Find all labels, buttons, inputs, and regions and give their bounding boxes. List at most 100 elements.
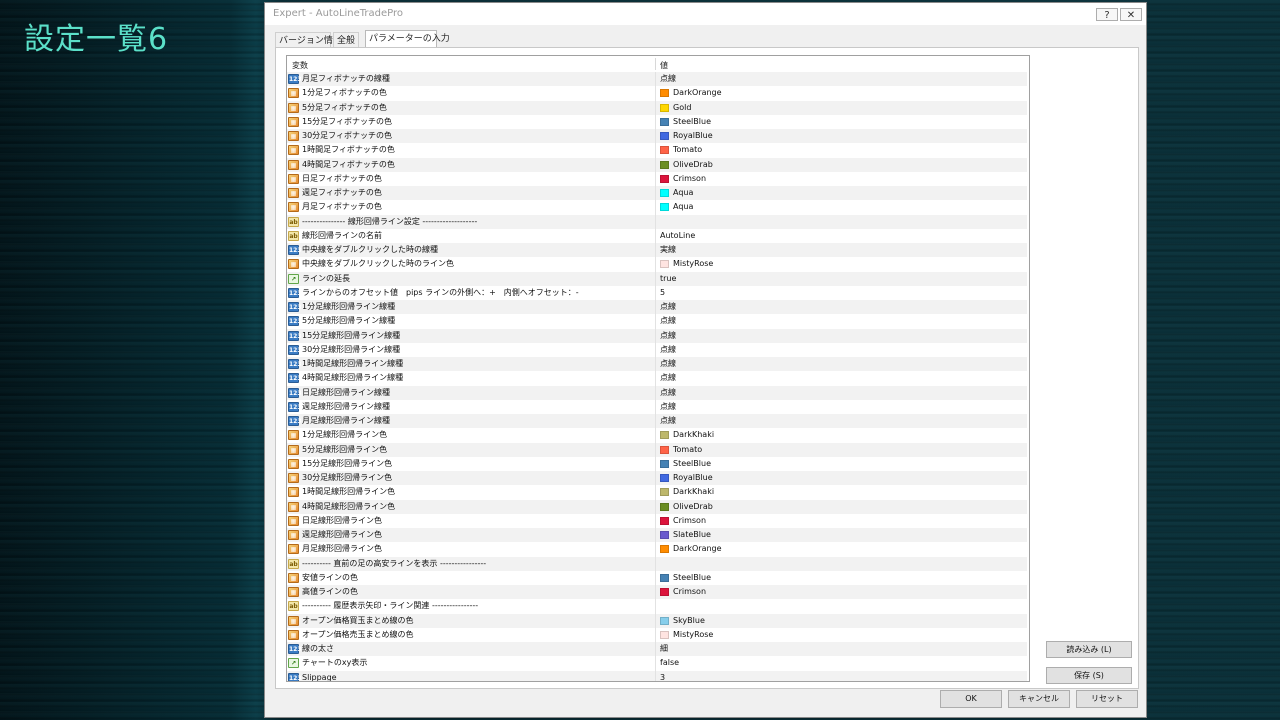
table-row[interactable]: ab 線形回帰ラインの名前 AutoLine (287, 228, 1027, 243)
color-swatch[interactable] (660, 117, 669, 126)
close-icon[interactable]: ✕ (1120, 8, 1142, 21)
table-row[interactable]: 123 月足フィボナッチの線種 点線 (287, 72, 1027, 87)
parameter-value[interactable]: true (660, 272, 676, 286)
table-row[interactable]: 123 1分足線形回帰ライン線種 点線 (287, 300, 1027, 315)
parameter-value[interactable]: DarkKhaki (673, 428, 714, 442)
parameter-value[interactable]: SkyBlue (673, 614, 705, 628)
parameter-value[interactable]: SlateBlue (673, 528, 711, 542)
table-row[interactable]: 123 5分足線形回帰ライン線種 点線 (287, 314, 1027, 329)
parameter-value[interactable]: false (660, 656, 679, 670)
color-swatch[interactable] (660, 103, 669, 112)
table-row[interactable]: ↗ ラインの延長 true (287, 271, 1027, 286)
table-row[interactable]: 123 15分足線形回帰ライン線種 点線 (287, 328, 1027, 343)
parameter-value[interactable]: RoyalBlue (673, 471, 713, 485)
color-swatch[interactable] (660, 189, 669, 197)
color-swatch[interactable] (660, 616, 669, 625)
table-row[interactable]: ▦ 15分足フィボナッチの色 SteelBlue (287, 114, 1027, 129)
parameter-value[interactable]: 点線 (660, 371, 676, 385)
color-swatch[interactable] (660, 160, 669, 169)
parameter-value[interactable]: SteelBlue (673, 115, 711, 129)
color-swatch[interactable] (660, 431, 669, 440)
color-swatch[interactable] (660, 89, 669, 98)
parameter-value[interactable]: Tomato (673, 143, 702, 157)
parameter-value[interactable]: 点線 (660, 314, 676, 328)
parameter-value[interactable]: OliveDrab (673, 500, 713, 514)
table-row[interactable]: ab ---------- 直前の足の高安ラインを表示 -------------… (287, 556, 1027, 571)
table-row[interactable]: ▦ 1分足線形回帰ライン色 DarkKhaki (287, 428, 1027, 443)
color-swatch[interactable] (660, 488, 669, 497)
color-swatch[interactable] (660, 502, 669, 511)
parameter-value[interactable]: 実線 (660, 243, 676, 257)
parameter-value[interactable]: Aqua (673, 186, 693, 200)
parameter-value[interactable]: 3 (660, 671, 665, 682)
color-swatch[interactable] (660, 545, 669, 554)
color-swatch[interactable] (660, 630, 669, 639)
table-row[interactable]: ▦ 日足フィボナッチの色 Crimson (287, 171, 1027, 186)
table-row[interactable]: ▦ 週足線形回帰ライン色 SlateBlue (287, 528, 1027, 543)
table-row[interactable]: ▦ 1時間足線形回帰ライン色 DarkKhaki (287, 485, 1027, 500)
table-row[interactable]: ▦ 月足フィボナッチの色 Aqua (287, 200, 1027, 215)
color-swatch[interactable] (660, 174, 669, 183)
table-row[interactable]: ▦ オープン価格買玉まとめ線の色 SkyBlue (287, 613, 1027, 628)
color-swatch[interactable] (660, 203, 669, 212)
color-swatch[interactable] (660, 516, 669, 525)
color-swatch[interactable] (660, 531, 669, 539)
color-swatch[interactable] (660, 260, 669, 269)
parameter-value[interactable]: Crimson (673, 514, 706, 528)
column-header-value[interactable]: 値 (660, 60, 668, 71)
table-row[interactable]: ▦ 30分足フィボナッチの色 RoyalBlue (287, 129, 1027, 144)
parameter-value[interactable]: DarkOrange (673, 542, 722, 556)
save-button[interactable]: 保存 (S) (1046, 667, 1132, 684)
table-row[interactable]: ▦ 1時間足フィボナッチの色 Tomato (287, 143, 1027, 158)
parameter-value[interactable]: DarkOrange (673, 86, 722, 100)
parameter-value[interactable]: 点線 (660, 300, 676, 314)
table-row[interactable]: ▦ 安値ラインの色 SteelBlue (287, 570, 1027, 585)
color-swatch[interactable] (660, 474, 669, 482)
parameter-value[interactable]: 点線 (660, 357, 676, 371)
parameter-value[interactable]: MistyRose (673, 628, 713, 642)
parameter-value[interactable]: SteelBlue (673, 571, 711, 585)
table-row[interactable]: ab ---------- 履歴表示矢印・ライン関連 --------------… (287, 599, 1027, 614)
table-row[interactable]: ▦ 日足線形回帰ライン色 Crimson (287, 513, 1027, 528)
table-row[interactable]: ▦ 月足線形回帰ライン色 DarkOrange (287, 542, 1027, 557)
table-row[interactable]: 123 線の太さ 細 (287, 642, 1027, 657)
table-row[interactable]: ▦ 4時間足フィボナッチの色 OliveDrab (287, 157, 1027, 172)
table-row[interactable]: ▦ 4時間足線形回帰ライン色 OliveDrab (287, 499, 1027, 514)
table-row[interactable]: 123 週足線形回帰ライン線種 点線 (287, 399, 1027, 414)
table-row[interactable]: ▦ 中央線をダブルクリックした時のライン色 MistyRose (287, 257, 1027, 272)
parameter-value[interactable]: RoyalBlue (673, 129, 713, 143)
color-swatch[interactable] (660, 459, 669, 468)
parameter-value[interactable]: Crimson (673, 172, 706, 186)
table-row[interactable]: 123 1時間足線形回帰ライン線種 点線 (287, 357, 1027, 372)
table-row[interactable]: 123 中央線をダブルクリックした時の線種 実線 (287, 243, 1027, 258)
table-row[interactable]: ▦ 高値ラインの色 Crimson (287, 585, 1027, 600)
reset-button[interactable]: リセット (1076, 690, 1138, 708)
table-row[interactable]: ab --------------- 線形回帰ライン設定 ------------… (287, 214, 1027, 229)
parameter-value[interactable]: Tomato (673, 443, 702, 457)
tab-general[interactable]: 全般 (333, 32, 359, 48)
parameter-value[interactable]: 5 (660, 286, 665, 300)
parameter-value[interactable]: 点線 (660, 343, 676, 357)
color-swatch[interactable] (660, 132, 669, 140)
parameter-value[interactable]: AutoLine (660, 229, 695, 243)
table-row[interactable]: 123 月足線形回帰ライン線種 点線 (287, 414, 1027, 429)
table-row[interactable]: ▦ オープン価格売玉まとめ線の色 MistyRose (287, 627, 1027, 642)
color-swatch[interactable] (660, 146, 669, 155)
parameter-value[interactable]: 点線 (660, 72, 676, 86)
parameter-value[interactable]: 点線 (660, 414, 676, 428)
ok-button[interactable]: OK (940, 690, 1002, 708)
color-swatch[interactable] (660, 445, 669, 454)
table-row[interactable]: 123 日足線形回帰ライン線種 点線 (287, 385, 1027, 400)
table-row[interactable]: ▦ 週足フィボナッチの色 Aqua (287, 186, 1027, 201)
parameter-value[interactable]: 点線 (660, 400, 676, 414)
column-separator[interactable] (655, 58, 656, 70)
table-row[interactable]: ▦ 5分足フィボナッチの色 Gold (287, 100, 1027, 115)
parameter-value[interactable]: Aqua (673, 200, 693, 214)
color-swatch[interactable] (660, 588, 669, 596)
parameter-value[interactable]: SteelBlue (673, 457, 711, 471)
load-button[interactable]: 読み込み (L) (1046, 641, 1132, 658)
parameter-value[interactable]: OliveDrab (673, 158, 713, 172)
help-button[interactable]: ? (1096, 8, 1118, 21)
table-row[interactable]: ▦ 30分足線形回帰ライン色 RoyalBlue (287, 471, 1027, 486)
parameter-value[interactable]: Gold (673, 101, 691, 115)
